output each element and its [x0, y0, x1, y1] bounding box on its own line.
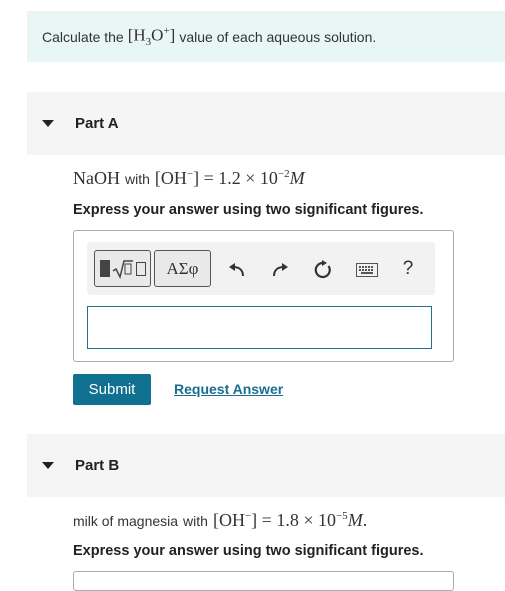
part-a-header[interactable]: Part A: [27, 92, 505, 155]
part-b-title: Part B: [75, 457, 120, 474]
intro-text-after: value of each aqueous solution.: [179, 28, 377, 45]
part-b-with: with: [183, 513, 208, 529]
part-a-species: NaOH: [73, 168, 120, 188]
part-b-expression: [OH−] = 1.8 × 10−5M.: [212, 510, 368, 530]
redo-icon[interactable]: [269, 259, 291, 281]
collapse-caret-icon[interactable]: [42, 120, 54, 127]
templates-button[interactable]: [94, 250, 151, 287]
part-b-header[interactable]: Part B: [27, 434, 505, 497]
part-a-instruction: Express your answer using two significan…: [73, 202, 424, 218]
template-box-icon: [135, 261, 146, 276]
answer-input[interactable]: [87, 306, 432, 349]
part-a-question: NaOH with [OH−] = 1.2 × 10−2M: [73, 168, 305, 189]
part-a-title: Part A: [75, 115, 119, 132]
request-answer-link[interactable]: Request Answer: [174, 381, 283, 397]
part-b-instruction: Express your answer using two significan…: [73, 543, 424, 559]
part-b-species: milk of magnesia: [73, 513, 179, 529]
intro-text-before: Calculate the: [42, 28, 124, 45]
radical-icon: [112, 259, 133, 279]
undo-icon[interactable]: [226, 259, 248, 281]
submit-button[interactable]: Submit: [73, 374, 151, 405]
part-a-expression: [OH−] = 1.2 × 10−2M: [154, 168, 305, 188]
intro-formula: [H3O+]: [127, 24, 176, 49]
keyboard-icon[interactable]: [355, 259, 379, 281]
part-a-with: with: [125, 171, 150, 187]
greek-letters-button[interactable]: ΑΣφ: [154, 250, 211, 287]
collapse-caret-icon[interactable]: [42, 462, 54, 469]
help-icon[interactable]: ?: [397, 258, 419, 280]
part-b-answer-panel: [73, 571, 454, 591]
intro-banner: Calculate the [H3O+] value of each aqueo…: [27, 11, 505, 62]
math-toolbar: ΑΣφ: [87, 242, 435, 295]
templates-icon: [99, 260, 110, 277]
reset-icon[interactable]: [312, 259, 334, 281]
part-b-question: milk of magnesia with [OH−] = 1.8 × 10−5…: [73, 510, 367, 531]
part-a-answer-panel: ΑΣφ ?: [73, 230, 454, 362]
